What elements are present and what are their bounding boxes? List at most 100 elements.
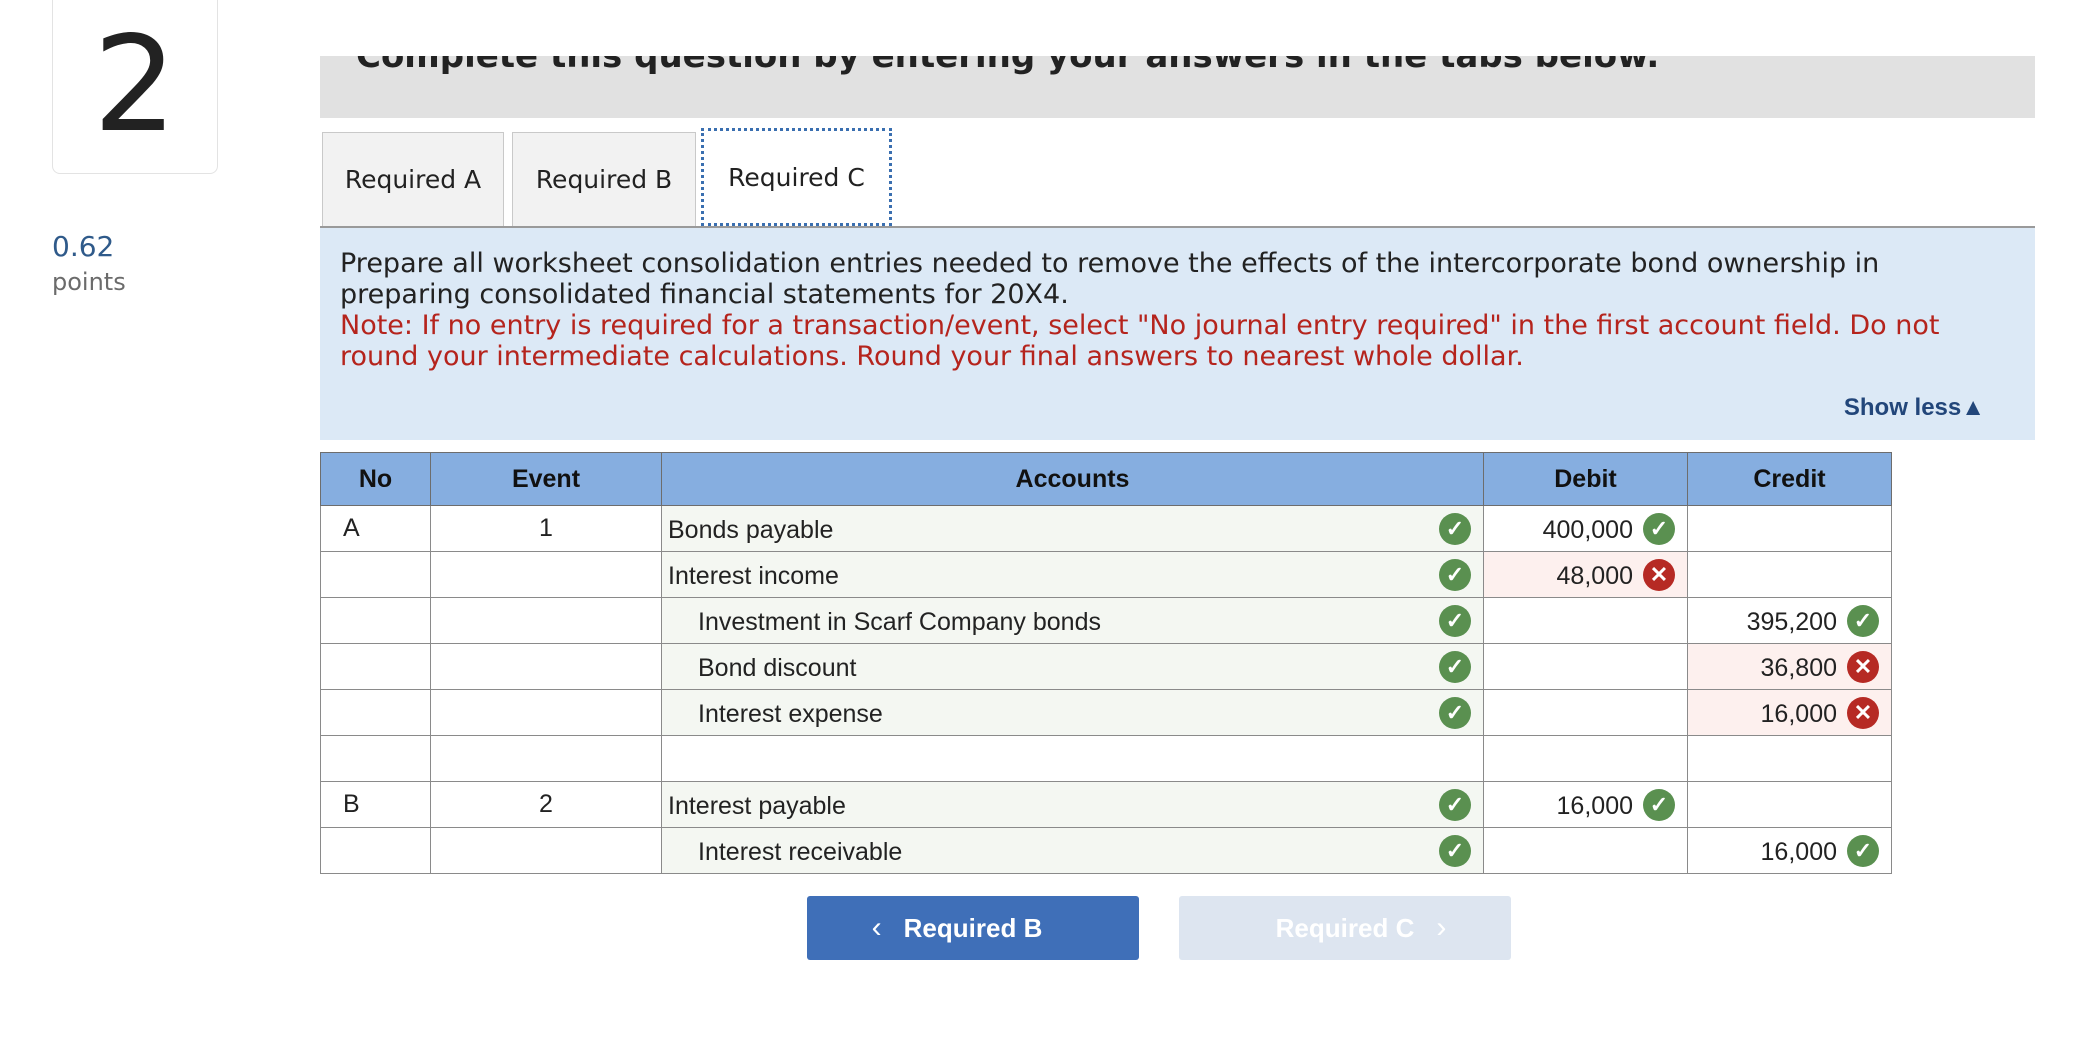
cell-no bbox=[320, 827, 431, 874]
debit-value: 16,000 bbox=[1556, 792, 1633, 820]
cell-no bbox=[320, 643, 431, 690]
check-icon: ✓ bbox=[1439, 559, 1471, 591]
credit-input[interactable] bbox=[1687, 505, 1892, 552]
account-select[interactable]: Interest payable ✓ bbox=[661, 781, 1484, 828]
cell-event: 1 bbox=[430, 505, 662, 552]
cell-no bbox=[320, 735, 431, 782]
account-name: Interest receivable bbox=[698, 838, 903, 866]
account-select[interactable]: Interest receivable ✓ bbox=[661, 827, 1484, 874]
credit-input[interactable] bbox=[1687, 551, 1892, 598]
header-credit: Credit bbox=[1687, 452, 1892, 506]
points-value: 0.62 bbox=[52, 230, 115, 263]
triangle-up-icon: ▲ bbox=[1961, 394, 1985, 421]
credit-value: 395,200 bbox=[1746, 608, 1837, 636]
debit-input[interactable]: 400,000 ✓ bbox=[1483, 505, 1688, 552]
table-row bbox=[320, 735, 1892, 782]
credit-value: 16,000 bbox=[1760, 838, 1837, 866]
credit-input[interactable]: 16,000 ✕ bbox=[1687, 689, 1892, 736]
check-icon: ✓ bbox=[1643, 513, 1675, 545]
credit-value: 36,800 bbox=[1760, 654, 1837, 682]
chevron-left-icon: ‹ bbox=[871, 911, 882, 944]
debit-input[interactable] bbox=[1483, 643, 1688, 690]
account-select[interactable]: Bonds payable ✓ bbox=[661, 505, 1484, 552]
check-icon: ✓ bbox=[1847, 835, 1879, 867]
credit-input[interactable] bbox=[1687, 781, 1892, 828]
cell-no bbox=[320, 597, 431, 644]
debit-input[interactable]: 48,000 ✕ bbox=[1483, 551, 1688, 598]
instructions-bar: Complete this question by entering your … bbox=[320, 56, 2035, 118]
cell-event: 2 bbox=[430, 781, 662, 828]
check-icon: ✓ bbox=[1439, 835, 1471, 867]
table-row: Interest expense ✓ 16,000 ✕ bbox=[320, 689, 1892, 736]
account-name: Bonds payable bbox=[668, 516, 834, 544]
table-row: Interest income ✓ 48,000 ✕ bbox=[320, 551, 1892, 598]
requirement-text: Prepare all worksheet consolidation entr… bbox=[340, 248, 1880, 310]
tab-required-a[interactable]: Required A bbox=[322, 132, 504, 226]
check-icon: ✓ bbox=[1643, 789, 1675, 821]
table-row: Interest receivable ✓ 16,000 ✓ bbox=[320, 827, 1892, 874]
question-number: 2 bbox=[93, 8, 177, 162]
table-row: A 1 Bonds payable ✓ 400,000 ✓ bbox=[320, 505, 1892, 552]
credit-input[interactable]: 395,200 ✓ bbox=[1687, 597, 1892, 644]
question-number-card: 2 bbox=[52, 0, 218, 174]
account-name: Interest income bbox=[668, 562, 839, 590]
show-less-toggle[interactable]: Show less▲ bbox=[1844, 394, 1985, 422]
account-select[interactable]: Interest expense ✓ bbox=[661, 689, 1484, 736]
check-icon: ✓ bbox=[1439, 605, 1471, 637]
account-select[interactable] bbox=[661, 735, 1484, 782]
prev-button-label: Required B bbox=[903, 912, 1043, 943]
cell-no: B bbox=[320, 781, 431, 828]
x-icon: ✕ bbox=[1643, 559, 1675, 591]
account-select[interactable]: Bond discount ✓ bbox=[661, 643, 1484, 690]
account-select[interactable]: Interest income ✓ bbox=[661, 551, 1484, 598]
table-row: B 2 Interest payable ✓ 16,000 ✓ bbox=[320, 781, 1892, 828]
cell-event bbox=[430, 551, 662, 598]
account-select[interactable]: Investment in Scarf Company bonds ✓ bbox=[661, 597, 1484, 644]
debit-input[interactable] bbox=[1483, 597, 1688, 644]
instructions-text: Complete this question by entering your … bbox=[356, 56, 1660, 76]
x-icon: ✕ bbox=[1847, 651, 1879, 683]
check-icon: ✓ bbox=[1439, 651, 1471, 683]
debit-input[interactable] bbox=[1483, 827, 1688, 874]
credit-value: 16,000 bbox=[1760, 700, 1837, 728]
account-name: Bond discount bbox=[698, 654, 857, 682]
table-row: Bond discount ✓ 36,800 ✕ bbox=[320, 643, 1892, 690]
requirement-note: Note: If no entry is required for a tran… bbox=[340, 310, 1940, 372]
show-less-label: Show less bbox=[1843, 394, 1962, 421]
cell-event bbox=[430, 643, 662, 690]
debit-input[interactable] bbox=[1483, 689, 1688, 736]
check-icon: ✓ bbox=[1439, 513, 1471, 545]
header-debit: Debit bbox=[1483, 452, 1688, 506]
debit-input[interactable] bbox=[1483, 735, 1688, 782]
check-icon: ✓ bbox=[1439, 697, 1471, 729]
prev-required-b-button[interactable]: ‹ Required B › bbox=[807, 896, 1139, 960]
account-name: Interest expense bbox=[698, 700, 883, 728]
cell-no bbox=[320, 689, 431, 736]
header-no: No bbox=[320, 452, 431, 506]
chevron-right-icon: › bbox=[1436, 911, 1447, 944]
cell-event bbox=[430, 735, 662, 782]
next-required-c-button: ‹ Required C › bbox=[1179, 896, 1511, 960]
cell-no bbox=[320, 551, 431, 598]
table-row: Investment in Scarf Company bonds ✓ 395,20… bbox=[320, 597, 1892, 644]
credit-input[interactable]: 36,800 ✕ bbox=[1687, 643, 1892, 690]
cell-no: A bbox=[320, 505, 431, 552]
instructions-panel: Prepare all worksheet consolidation entr… bbox=[320, 228, 2035, 440]
table-header-row: No Event Accounts Debit Credit bbox=[320, 452, 1892, 506]
credit-input[interactable]: 16,000 ✓ bbox=[1687, 827, 1892, 874]
check-icon: ✓ bbox=[1439, 789, 1471, 821]
tab-required-b[interactable]: Required B bbox=[512, 132, 696, 226]
account-name: Investment in Scarf Company bonds bbox=[698, 608, 1101, 636]
cell-event bbox=[430, 827, 662, 874]
cell-event bbox=[430, 689, 662, 736]
header-event: Event bbox=[430, 452, 662, 506]
tab-required-c[interactable]: Required C bbox=[701, 128, 892, 226]
credit-input[interactable] bbox=[1687, 735, 1892, 782]
journal-entry-table: No Event Accounts Debit Credit A 1 Bonds p… bbox=[320, 452, 1892, 874]
check-icon: ✓ bbox=[1847, 605, 1879, 637]
header-accounts: Accounts bbox=[661, 452, 1484, 506]
account-name: Interest payable bbox=[668, 792, 846, 820]
points-label: points bbox=[52, 268, 126, 296]
x-icon: ✕ bbox=[1847, 697, 1879, 729]
debit-input[interactable]: 16,000 ✓ bbox=[1483, 781, 1688, 828]
